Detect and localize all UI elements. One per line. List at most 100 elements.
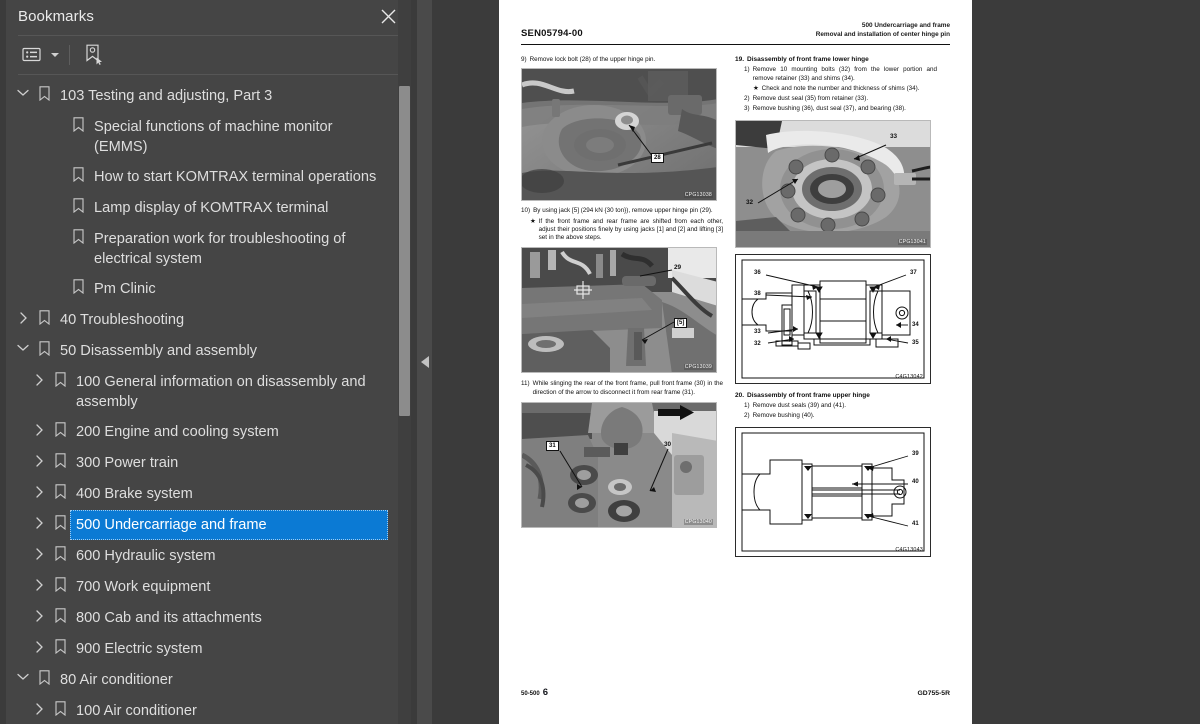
step-10-text: By using jack [5] (294 kN {30 ton}), rem… (533, 207, 713, 215)
chevron-right-icon[interactable] (12, 305, 34, 324)
step-10-note-bullet: ★ (530, 217, 536, 225)
step-19-note: Check and note the number and thickness … (761, 84, 920, 92)
bookmark-node[interactable]: 100 Air conditioner (0, 696, 411, 724)
bookmark-label[interactable]: How to start KOMTRAX terminal operations (88, 162, 378, 192)
bookmark-node[interactable]: 400 Brake system (0, 479, 411, 510)
chevron-down-icon[interactable] (12, 665, 34, 681)
figure-drawing-6: 39 40 41 C4G13043 (735, 426, 931, 557)
step-20: 20. Disassembly of front frame upper hin… (735, 392, 937, 421)
header-rule (521, 44, 950, 46)
bookmark-label[interactable]: Preparation work for troubleshooting of … (88, 224, 391, 274)
add-bookmark-icon[interactable] (79, 41, 109, 69)
bookmark-icon (50, 572, 70, 592)
bookmark-icon (34, 81, 54, 101)
sidebar-scrollbar-thumb[interactable] (399, 86, 410, 416)
bookmark-label[interactable]: Lamp display of KOMTRAX terminal (88, 193, 330, 223)
bookmark-icon (50, 479, 70, 499)
bookmark-icon (68, 112, 88, 132)
bookmark-node[interactable]: 100 General information on disassembly a… (0, 367, 411, 417)
bookmark-node[interactable]: 500 Undercarriage and frame (0, 509, 411, 541)
bookmark-node[interactable]: Preparation work for troubleshooting of … (0, 224, 411, 274)
callout-28: 28 (651, 153, 664, 164)
page-header: SEN05794-00 500 Undercarriage and frame … (521, 22, 950, 39)
left-column: 9) Remove lock bolt (28) of the upper hi… (521, 56, 723, 557)
bookmark-icon (50, 634, 70, 654)
bookmark-icon (50, 603, 70, 623)
bookmark-label[interactable]: 300 Power train (70, 448, 180, 478)
bookmark-label[interactable]: 900 Electric system (70, 634, 205, 664)
bookmark-label[interactable]: 80 Air conditioner (54, 665, 175, 695)
bookmark-node[interactable]: 300 Power train (0, 448, 411, 479)
step-10: 10) By using jack [5] (294 kN {30 ton}),… (521, 207, 723, 242)
bookmark-label[interactable]: Special functions of machine monitor (EM… (88, 112, 391, 162)
chevron-right-icon[interactable] (28, 572, 50, 591)
callout-32: 32 (746, 198, 754, 206)
bookmark-node[interactable]: 200 Engine and cooling system (0, 417, 411, 448)
bookmark-label[interactable]: 200 Engine and cooling system (70, 417, 281, 447)
step-20-number: 20. (735, 391, 745, 399)
bookmark-node[interactable]: 50 Disassembly and assembly (0, 336, 411, 367)
bookmark-node[interactable]: 900 Electric system (0, 634, 411, 665)
bookmark-node[interactable]: 800 Cab and its attachments (0, 603, 411, 634)
bookmark-label[interactable]: 100 General information on disassembly a… (70, 367, 388, 417)
bookmark-label[interactable]: 40 Troubleshooting (54, 305, 186, 335)
bookmark-node[interactable]: 600 Hydraulic system (0, 541, 411, 572)
chevron-right-icon[interactable] (28, 417, 50, 436)
pdf-page: SEN05794-00 500 Undercarriage and frame … (499, 0, 972, 724)
bookmark-node[interactable]: How to start KOMTRAX terminal operations (0, 162, 411, 193)
callout-32b: 32 (754, 340, 761, 347)
bookmark-label[interactable]: 103 Testing and adjusting, Part 3 (54, 81, 274, 111)
bookmark-node[interactable]: Lamp display of KOMTRAX terminal (0, 193, 411, 224)
bookmark-icon (50, 448, 70, 468)
header-section-title: 500 Undercarriage and frame (861, 22, 950, 29)
step-19-note-bullet: ★ (753, 84, 759, 92)
bookmark-label[interactable]: Pm Clinic (88, 274, 158, 304)
bookmark-node[interactable]: 700 Work equipment (0, 572, 411, 603)
step-19-1-number: 1) (744, 66, 750, 74)
bookmark-node[interactable]: Pm Clinic (0, 274, 411, 305)
bookmarks-header: Bookmarks (0, 0, 411, 32)
chevron-down-icon[interactable] (12, 81, 34, 97)
bookmark-label[interactable]: 50 Disassembly and assembly (54, 336, 259, 366)
step-19-1-text: Remove 10 mounting bolts (32) from the l… (752, 66, 937, 82)
bookmark-icon (68, 224, 88, 244)
bookmark-label[interactable]: 100 Air conditioner (70, 696, 199, 724)
bookmark-label[interactable]: 400 Brake system (70, 479, 195, 509)
chevron-right-icon[interactable] (28, 510, 50, 529)
sidebar-scrollbar-track[interactable] (398, 0, 411, 724)
footer-model-code: GD755-5R (917, 690, 951, 697)
chevron-down-icon[interactable] (48, 41, 62, 69)
footer-page-number: 6 (542, 687, 548, 698)
step-10-number: 10) (521, 207, 531, 215)
bookmark-label[interactable]: 600 Hydraulic system (70, 541, 218, 571)
bookmark-label[interactable]: 500 Undercarriage and frame (70, 509, 388, 540)
document-viewer[interactable]: SEN05794-00 500 Undercarriage and frame … (439, 0, 1200, 724)
callout-30: 30 (664, 441, 672, 449)
chevron-right-icon[interactable] (28, 603, 50, 622)
bookmark-label[interactable]: 700 Work equipment (70, 572, 212, 602)
figure-5-id: C4G13042 (895, 373, 923, 380)
bookmark-node[interactable]: 40 Troubleshooting (0, 305, 411, 336)
header-section-info: 500 Undercarriage and frame Removal and … (816, 22, 950, 39)
chevron-right-icon[interactable] (28, 696, 50, 715)
chevron-right-icon[interactable] (28, 634, 50, 653)
collapse-left-arrow-icon[interactable] (421, 356, 429, 368)
step-19-2-text: Remove dust seal (35) from retainer (33)… (752, 95, 869, 103)
list-options-icon[interactable] (16, 41, 46, 69)
chevron-right-icon[interactable] (28, 479, 50, 498)
chevron-right-icon[interactable] (28, 448, 50, 467)
bookmark-node[interactable]: Special functions of machine monitor (EM… (0, 112, 411, 162)
panel-collapse-handle[interactable] (411, 0, 439, 724)
chevron-down-icon[interactable] (12, 336, 34, 352)
bookmark-icon (34, 665, 54, 685)
step-20-2-text: Remove bushing (40). (752, 412, 815, 420)
chevron-right-icon[interactable] (28, 367, 50, 386)
toolbar-separator (69, 44, 70, 65)
bookmark-label[interactable]: 800 Cab and its attachments (70, 603, 264, 633)
twisty-spacer (46, 274, 68, 293)
bookmark-tree[interactable]: 103 Testing and adjusting, Part 3 Special… (0, 75, 411, 724)
bookmark-node[interactable]: 103 Testing and adjusting, Part 3 (0, 81, 411, 112)
bookmark-node[interactable]: 80 Air conditioner (0, 665, 411, 696)
chevron-right-icon[interactable] (28, 541, 50, 560)
callout-40: 40 (912, 478, 919, 485)
